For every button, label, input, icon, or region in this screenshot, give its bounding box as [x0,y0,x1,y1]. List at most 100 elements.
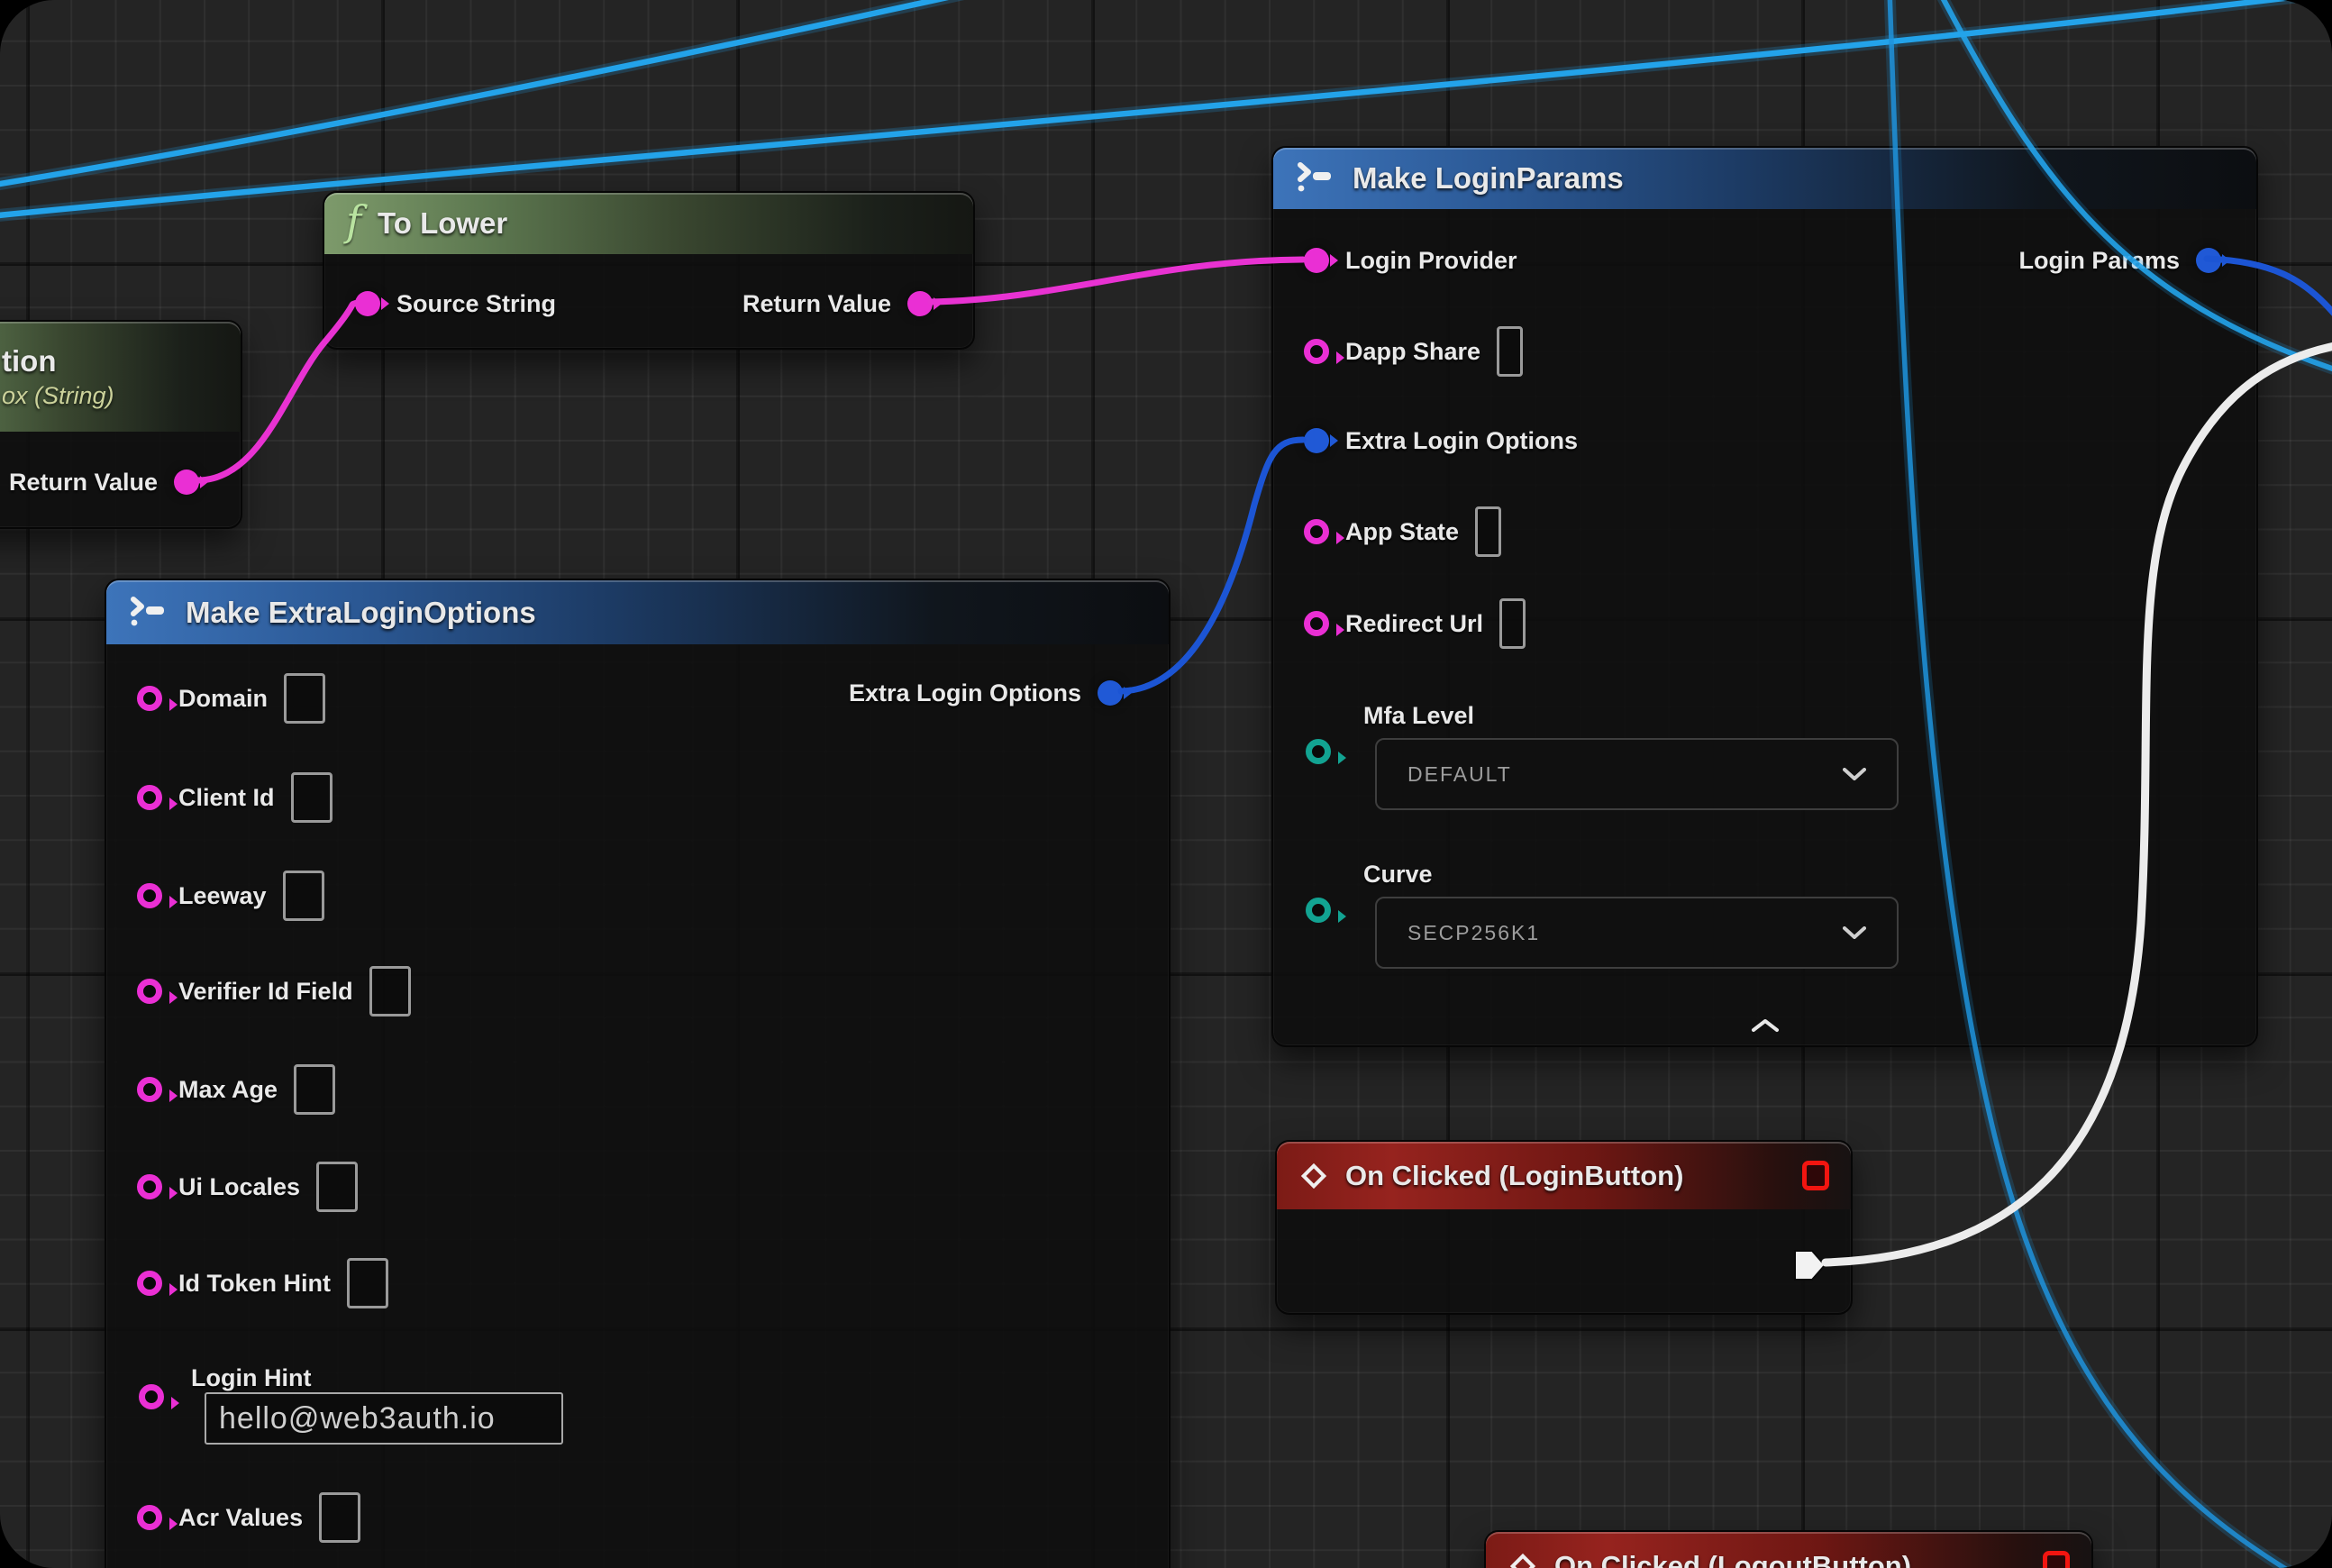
chevron-down-icon [1843,926,1866,939]
pin-label: Extra Login Options [1345,427,1578,455]
login-hint-label: Login Hint [191,1364,311,1392]
node-to-lower[interactable]: f To Lower Source String Return Value [323,191,975,350]
login-params-output-pin[interactable] [2196,248,2221,273]
login-hint-input[interactable] [205,1392,563,1445]
return-value-row: Return Value [9,457,199,507]
wire-return-to-login-provider[interactable] [931,260,1303,302]
acr-values-pin[interactable] [137,1505,162,1530]
return-value-pin[interactable] [907,291,933,316]
node-header[interactable]: Make ExtraLoginOptions [106,580,1169,644]
max-age-value-box[interactable] [294,1064,335,1115]
app-state-value-box[interactable] [1475,506,1501,557]
login-hint-pin[interactable] [139,1384,164,1409]
leeway-row: Leeway [137,871,324,921]
pin-label: Ui Locales [178,1173,300,1201]
pin-label: Max Age [178,1076,278,1104]
ui-locales-pin[interactable] [137,1174,162,1199]
make-struct-icon [1295,161,1336,196]
acr-values-value-box[interactable] [319,1492,360,1543]
mfa-level-pin[interactable] [1306,739,1331,764]
node-header[interactable]: On Clicked (LoginButton) [1277,1142,1851,1209]
wire-glow [0,0,984,186]
return-value-pin[interactable] [174,469,199,495]
pin-label: Login Provider [1345,247,1517,275]
source-string-pin[interactable] [355,291,380,316]
node-title: On Clicked (LogoutButton) [1554,1550,1911,1568]
leeway-pin[interactable] [137,883,162,908]
node-header[interactable]: On Clicked (LogoutButton) [1486,1532,2091,1568]
verifier-id-field-pin[interactable] [137,979,162,1004]
node-title: Make LoginParams [1353,161,1624,196]
app-state-pin[interactable] [1304,519,1329,544]
node-header[interactable]: tion ox (String) [0,322,241,432]
curve-value: SECP256K1 [1407,921,1540,945]
verifier-id-field-row: Verifier Id Field [137,966,411,1016]
id-token-hint-row: Id Token Hint [137,1258,388,1308]
ui-locales-value-box[interactable] [316,1162,358,1212]
dapp-share-pin[interactable] [1304,339,1329,364]
event-diamond-icon [1298,1161,1329,1191]
make-struct-icon [128,596,169,630]
redirect-url-value-box[interactable] [1499,598,1526,649]
ui-locales-row: Ui Locales [137,1162,358,1212]
curve-label: Curve [1363,861,1433,889]
mfa-level-dropdown[interactable]: DEFAULT [1375,738,1899,810]
extra-login-options-output-pin[interactable] [1098,680,1123,706]
node-on-clicked-login-button[interactable]: On Clicked (LoginButton) [1275,1140,1853,1315]
blueprint-canvas[interactable]: tion ox (String) Return Value f To Lower… [0,0,2332,1568]
delegate-square-icon[interactable] [1802,1161,1829,1190]
exec-output-pin[interactable] [1793,1249,1827,1281]
pin-label: App State [1345,518,1459,546]
node-subtitle: ox (String) [2,382,114,410]
node-header[interactable]: f To Lower [324,193,973,254]
login-params-out-row: Login Params [2018,235,2221,286]
client-id-pin[interactable] [137,785,162,810]
verifier-id-field-value-box[interactable] [369,966,411,1016]
node-make-extra-login-options[interactable]: Make ExtraLoginOptions Domain Extra Logi… [105,579,1171,1568]
node-string-conversion[interactable]: tion ox (String) Return Value [0,320,242,529]
leeway-value-box[interactable] [283,871,324,921]
pin-label: Return Value [742,290,891,318]
max-age-row: Max Age [137,1064,335,1115]
curve-pin[interactable] [1306,898,1331,923]
return-value-row: Return Value [742,278,933,329]
acr-values-row: Acr Values [137,1492,360,1543]
client-id-row: Client Id [137,772,332,823]
node-title: On Clicked (LoginButton) [1345,1160,1683,1192]
node-header[interactable]: Make LoginParams [1273,148,2256,209]
source-string-row: Source String [355,278,556,329]
pin-label: Dapp Share [1345,338,1480,366]
pin-label: Return Value [9,469,158,497]
app-state-row: App State [1304,506,1501,557]
pin-label: Verifier Id Field [178,978,353,1006]
extra-login-options-in-row: Extra Login Options [1304,415,1578,466]
collapse-node-icon[interactable] [1750,1018,1781,1033]
wire-cyan-diagonal-1[interactable] [0,0,984,186]
node-on-clicked-logout-button[interactable]: On Clicked (LogoutButton) [1484,1530,2093,1568]
node-make-login-params[interactable]: Make LoginParams Login Provider Login Pa… [1271,146,2258,1047]
delegate-square-icon[interactable] [2043,1551,2070,1568]
extra-login-options-input-pin[interactable] [1304,428,1329,453]
dapp-share-row: Dapp Share [1304,326,1523,377]
extra-login-options-out-row: Extra Login Options [849,668,1123,718]
domain-value-box[interactable] [284,673,325,724]
function-icon: f [346,200,361,242]
curve-dropdown[interactable]: SECP256K1 [1375,897,1899,969]
node-title: To Lower [378,206,507,241]
pin-label: Redirect Url [1345,610,1483,638]
node-title: tion [2,344,56,378]
pin-label: Domain [178,685,268,713]
pin-label: Extra Login Options [849,679,1081,707]
max-age-pin[interactable] [137,1077,162,1102]
dapp-share-value-box[interactable] [1497,326,1523,377]
id-token-hint-value-box[interactable] [347,1258,388,1308]
pin-label: Acr Values [178,1504,303,1532]
pin-label: Source String [396,290,556,318]
domain-pin[interactable] [137,686,162,711]
pin-label: Leeway [178,882,267,910]
id-token-hint-pin[interactable] [137,1271,162,1296]
event-diamond-icon [1508,1551,1538,1568]
client-id-value-box[interactable] [291,772,332,823]
redirect-url-pin[interactable] [1304,611,1329,636]
login-provider-pin[interactable] [1304,248,1329,273]
